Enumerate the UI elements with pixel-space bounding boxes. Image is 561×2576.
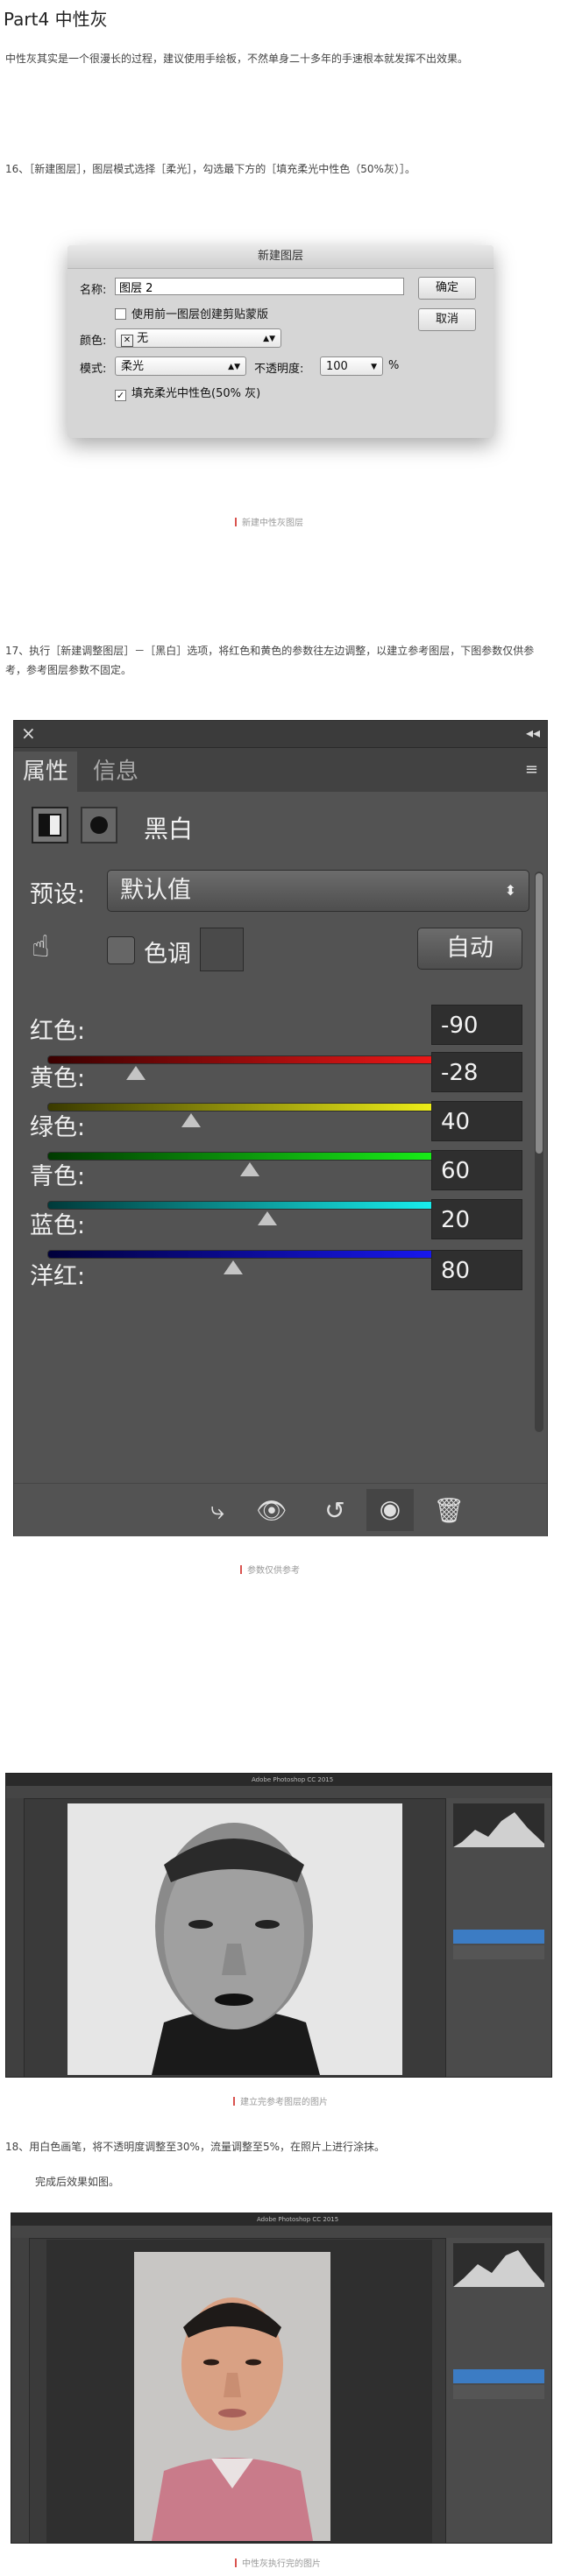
- slider-track-3[interactable]: [47, 1201, 472, 1210]
- tint-checkbox[interactable]: [107, 936, 135, 964]
- caption-neutral-gray-done: 中性灰执行完的图片: [235, 2556, 321, 2569]
- step-16-text: 16、［新建图层］，图层模式选择［柔光］，勾选最下方的［填充柔光中性色（50%灰…: [5, 163, 415, 175]
- color-label: 颜色:: [80, 335, 107, 348]
- ps-tools-panel[interactable]: [6, 1798, 25, 2077]
- slider-value-field-1[interactable]: -28: [431, 1052, 522, 1092]
- scrollbar-thumb[interactable]: [536, 873, 543, 1154]
- slider-thumb-4[interactable]: [224, 1260, 244, 1274]
- background-layer-row[interactable]: [453, 1945, 544, 1959]
- panel-tabs: 属性 信息 ≡: [14, 748, 547, 792]
- tint-label: 色调: [144, 941, 191, 968]
- ps-right-panels-2: [445, 2238, 551, 2543]
- ps-right-panels: [445, 1798, 551, 2077]
- tint-color-swatch[interactable]: [200, 928, 244, 971]
- slider-value-field-5[interactable]: 80: [431, 1250, 522, 1290]
- slider-value-field-2[interactable]: 40: [431, 1101, 522, 1141]
- section-heading: Part4 中性灰: [4, 9, 108, 30]
- slider-label-1: 黄色:: [30, 1065, 86, 1092]
- tab-properties[interactable]: 属性: [14, 752, 78, 792]
- color-select[interactable]: ✕ 无 ▲▼: [115, 328, 281, 348]
- selected-layer-row[interactable]: [453, 1930, 544, 1944]
- name-label: 名称:: [80, 284, 107, 297]
- toggle-visibility-button[interactable]: ◉: [366, 1489, 414, 1531]
- photoshop-screenshot-bw: Adobe Photoshop CC 2015: [5, 1773, 552, 2078]
- clip-to-layer-icon[interactable]: ⤷: [202, 1496, 233, 1526]
- photoshop-screenshot-color: Adobe Photoshop CC 2015: [11, 2213, 552, 2544]
- step-18-text: 18、用白色画笔，将不透明度调整至30%，流量调整至5%，在照片上进行涂抹。: [5, 2141, 385, 2153]
- preset-select[interactable]: 默认值 ⬍: [107, 870, 529, 912]
- slider-value-field-3[interactable]: 60: [431, 1150, 522, 1190]
- ps-menubar-2: Adobe Photoshop CC 2015: [11, 2213, 551, 2226]
- slider-thumb-2[interactable]: [240, 1162, 260, 1176]
- slider-track-0[interactable]: [47, 1055, 472, 1064]
- slider-thumb-0[interactable]: [126, 1066, 146, 1080]
- slider-thumb-3[interactable]: [257, 1211, 277, 1225]
- new-layer-dialog: 新建图层 名称: 确定 取消 使用前一图层创建剪贴蒙版 颜色: ✕ 无 ▲▼ 模…: [67, 245, 494, 438]
- slider-track-1[interactable]: [47, 1103, 472, 1112]
- slider-track-2[interactable]: [47, 1152, 472, 1161]
- adjustment-layer-icon: [32, 807, 68, 843]
- step-17-text: 17、执行［新建调整图层］－［黑白］选项，将红色和黄色的参数往左边调整，以建立参…: [5, 645, 535, 676]
- mode-label: 模式:: [80, 363, 107, 376]
- opacity-field[interactable]: 100 ▼: [320, 356, 383, 376]
- slider-track-4[interactable]: [47, 1250, 472, 1259]
- panel-scrollbar[interactable]: [535, 872, 543, 1432]
- panel-footer: ⤷ 👁 ↺ ◉ 🗑: [14, 1483, 547, 1536]
- ps-options-bar: [6, 1786, 551, 1799]
- auto-button[interactable]: 自动: [417, 928, 522, 970]
- fill-neutral-checkbox[interactable]: [115, 390, 126, 401]
- ps-tools-panel-2[interactable]: [11, 2238, 30, 2543]
- step-18-result-text: 完成后效果如图。: [35, 2176, 120, 2188]
- slider-label-4: 蓝色:: [30, 1212, 86, 1239]
- color-portrait: [134, 2252, 330, 2541]
- caption-reference-layer: 建立完参考图层的图片: [233, 2094, 328, 2107]
- slider-label-2: 绿色:: [30, 1114, 86, 1141]
- selected-layer-row-2[interactable]: [453, 2369, 544, 2383]
- intro-paragraph: 中性灰其实是一个很漫长的过程，建议使用手绘板，不然单身二十多年的手速根本就发挥不…: [5, 53, 469, 65]
- reset-icon[interactable]: ↺: [319, 1496, 351, 1526]
- caption-new-layer: 新建中性灰图层: [235, 515, 303, 528]
- ok-button[interactable]: 确定: [418, 277, 476, 300]
- cancel-button[interactable]: 取消: [418, 308, 476, 331]
- properties-panel: × ◂◂ 属性 信息 ≡ 黑白 预设: 默认值 ⬍ ☝ 色调 自动 ⤷ 👁 ↺ …: [13, 720, 548, 1536]
- bw-photo-canvas[interactable]: [67, 1803, 402, 2075]
- slider-label-5: 洋红:: [30, 1263, 86, 1290]
- mode-select[interactable]: 柔光 ▲▼: [115, 356, 246, 376]
- caption-parameters: 参数仅供参考: [240, 1563, 300, 1576]
- targeted-adjustment-hand-icon[interactable]: ☝: [32, 929, 50, 964]
- slider-label-3: 青色:: [30, 1163, 86, 1190]
- view-previous-state-icon[interactable]: 👁: [256, 1496, 288, 1526]
- ps-options-bar-2: [11, 2226, 551, 2239]
- fill-neutral-option[interactable]: 填充柔光中性色(50% 灰): [115, 384, 260, 401]
- slider-thumb-1[interactable]: [181, 1113, 201, 1127]
- layer-name-input[interactable]: [115, 278, 404, 295]
- color-photo-canvas[interactable]: [134, 2252, 330, 2541]
- panel-title: 黑白: [144, 815, 194, 843]
- eye-icon[interactable]: ◉: [374, 1494, 406, 1524]
- histogram-2: [453, 2243, 544, 2287]
- panel-top-bar: × ◂◂: [14, 721, 547, 748]
- opacity-unit: %: [388, 359, 400, 372]
- slider-label-0: 红色:: [30, 1018, 86, 1045]
- close-icon[interactable]: ×: [21, 723, 36, 744]
- trash-icon[interactable]: 🗑: [433, 1496, 465, 1526]
- opacity-label: 不透明度:: [254, 363, 304, 376]
- dialog-title: 新建图层: [67, 245, 494, 269]
- collapse-icon[interactable]: ◂◂: [526, 724, 540, 741]
- slider-value-field-4[interactable]: 20: [431, 1199, 522, 1239]
- clip-mask-option[interactable]: 使用前一图层创建剪贴蒙版: [115, 305, 268, 321]
- histogram: [453, 1803, 544, 1847]
- preset-label: 预设:: [30, 881, 86, 908]
- clip-mask-checkbox[interactable]: [115, 308, 126, 320]
- background-layer-row-2[interactable]: [453, 2385, 544, 2399]
- tab-info[interactable]: 信息: [84, 752, 147, 792]
- slider-value-field-0[interactable]: -90: [431, 1005, 522, 1045]
- panel-menu-icon[interactable]: ≡: [525, 760, 538, 779]
- ps-menubar: Adobe Photoshop CC 2015: [6, 1774, 551, 1786]
- bw-portrait: [67, 1803, 402, 2075]
- mask-icon[interactable]: [81, 807, 117, 843]
